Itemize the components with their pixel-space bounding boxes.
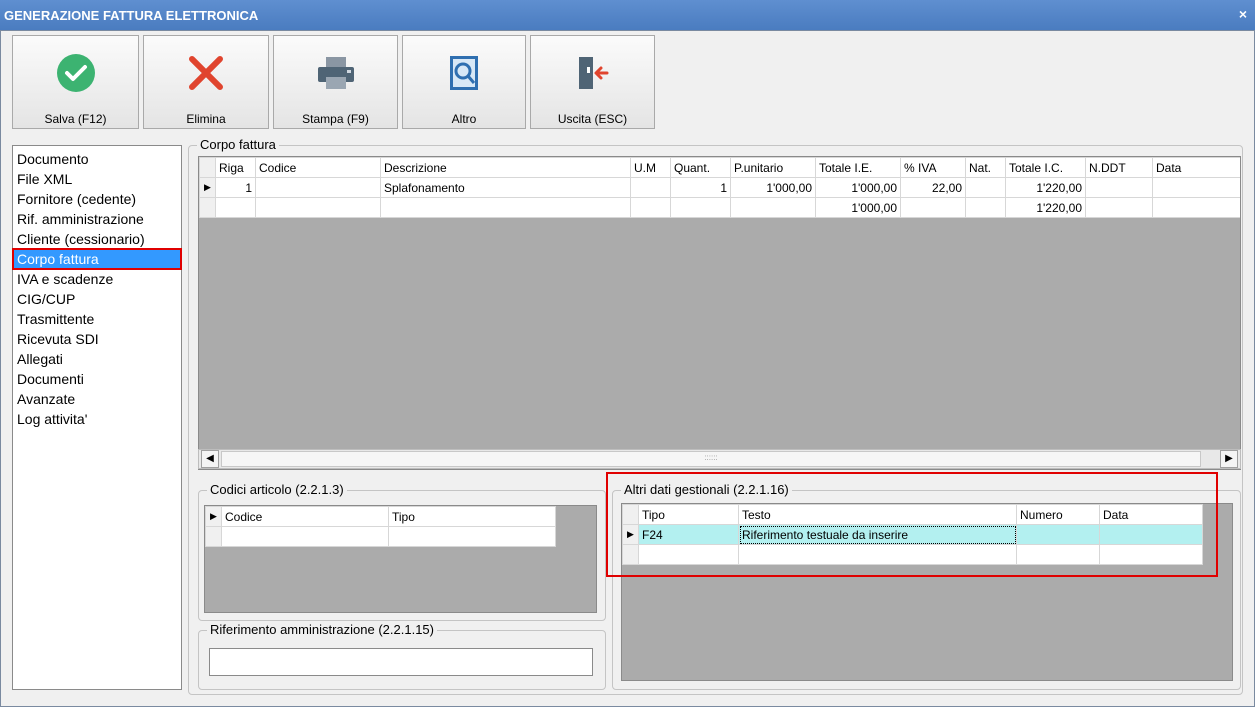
col-nat[interactable]: Nat. [965, 157, 1006, 178]
row-pointer-icon: ▶ [205, 506, 222, 527]
cell-codice[interactable] [255, 177, 381, 198]
title-bar: GENERAZIONE FATTURA ELETTRONICA × [0, 0, 1255, 30]
col-testo[interactable]: Testo [738, 504, 1017, 525]
total-ie: 1'000,00 [815, 197, 901, 218]
cell-tipo[interactable]: F24 [638, 524, 739, 545]
col-tipo[interactable]: Tipo [638, 504, 739, 525]
nav-item-trasmittente[interactable]: Trasmittente [13, 309, 181, 329]
nav-item-cig-cup[interactable]: CIG/CUP [13, 289, 181, 309]
col-numero[interactable]: Numero [1016, 504, 1100, 525]
exit-label: Uscita (ESC) [557, 112, 628, 126]
nav-item-file-xml[interactable]: File XML [13, 169, 181, 189]
col-um[interactable]: U.M [630, 157, 671, 178]
grid-header-row: Riga Codice Descrizione U.M Quant. P.uni… [199, 157, 1240, 178]
col-nddt[interactable]: N.DDT [1085, 157, 1153, 178]
nav-item-rif-amministrazione[interactable]: Rif. amministrazione [13, 209, 181, 229]
col-data[interactable]: Data [1152, 157, 1240, 178]
col-tipo[interactable]: Tipo [388, 506, 556, 527]
cell-iva[interactable]: 22,00 [900, 177, 966, 198]
cell-um[interactable] [630, 177, 671, 198]
row-pointer-icon: ▶ [622, 524, 639, 545]
col-quant[interactable]: Quant. [670, 157, 731, 178]
totals-row: 1'000,00 1'220,00 [199, 197, 1240, 218]
printer-icon [317, 57, 354, 89]
other-label: Altro [451, 112, 477, 126]
codici-articolo-grid[interactable]: ▶ Codice Tipo [204, 505, 597, 613]
section-nav: Documento File XML Fornitore (cedente) R… [12, 145, 182, 690]
nav-item-avanzate[interactable]: Avanzate [13, 389, 181, 409]
cell-totale-ic[interactable]: 1'220,00 [1005, 177, 1086, 198]
delete-button[interactable]: Elimina [143, 35, 269, 129]
col-totale-ie[interactable]: Totale I.E. [815, 157, 901, 178]
checkmark-icon [56, 54, 95, 92]
other-button[interactable]: Altro [402, 35, 526, 129]
scroll-thumb[interactable]: :::::: [221, 451, 1201, 467]
cell-codice[interactable] [221, 526, 389, 547]
invoice-lines-grid[interactable]: Riga Codice Descrizione U.M Quant. P.uni… [198, 156, 1241, 470]
cell-riga[interactable]: 1 [215, 177, 256, 198]
search-document-icon [450, 56, 478, 90]
nav-item-documenti[interactable]: Documenti [13, 369, 181, 389]
altri-dati-legend: Altri dati gestionali (2.2.1.16) [621, 482, 792, 497]
grid-header-row: ▶ Codice Tipo [205, 506, 556, 527]
cell-tipo[interactable] [388, 526, 556, 547]
save-button[interactable]: Salva (F12) [12, 35, 139, 129]
col-totale-ic[interactable]: Totale I.C. [1005, 157, 1086, 178]
nav-item-documento[interactable]: Documento [13, 149, 181, 169]
table-row[interactable]: ▶ F24 Riferimento testuale da inserire [622, 524, 1203, 545]
table-row[interactable]: ▶ 1 Splafonamento 1 1'000,00 1'000,00 22… [199, 177, 1240, 198]
total-ic: 1'220,00 [1005, 197, 1086, 218]
row-pointer-icon: ▶ [199, 177, 216, 198]
scroll-left-icon[interactable]: ◀ [201, 450, 219, 468]
corpo-fattura-legend: Corpo fattura [197, 137, 279, 152]
nav-item-allegati[interactable]: Allegati [13, 349, 181, 369]
nav-item-log-attivita[interactable]: Log attivita' [13, 409, 181, 429]
save-label: Salva (F12) [44, 112, 107, 126]
delete-label: Elimina [186, 112, 226, 126]
window-title: GENERAZIONE FATTURA ELETTRONICA [4, 8, 259, 23]
print-label: Stampa (F9) [302, 112, 369, 126]
col-riga[interactable]: Riga [215, 157, 256, 178]
table-row[interactable] [622, 544, 1203, 565]
nav-item-cliente[interactable]: Cliente (cessionario) [13, 229, 181, 249]
cell-quant[interactable]: 1 [670, 177, 731, 198]
cell-testo[interactable]: Riferimento testuale da inserire [738, 524, 1017, 545]
col-codice[interactable]: Codice [255, 157, 381, 178]
cell-nat[interactable] [965, 177, 1006, 198]
cell-data[interactable] [1099, 524, 1203, 545]
exit-door-icon [578, 57, 608, 89]
nav-item-iva-scadenze[interactable]: IVA e scadenze [13, 269, 181, 289]
col-iva[interactable]: % IVA [900, 157, 966, 178]
nav-item-corpo-fattura[interactable]: Corpo fattura [12, 248, 182, 270]
rif-amministrazione-legend: Riferimento amministrazione (2.2.1.15) [207, 622, 437, 637]
cell-totale-ie[interactable]: 1'000,00 [815, 177, 901, 198]
close-icon[interactable]: × [1239, 6, 1247, 22]
cell-numero[interactable] [1016, 524, 1100, 545]
table-row[interactable] [205, 526, 556, 547]
nav-item-ricevuta-sdi[interactable]: Ricevuta SDI [13, 329, 181, 349]
scroll-right-icon[interactable]: ▶ [1220, 450, 1238, 468]
col-descrizione[interactable]: Descrizione [380, 157, 631, 178]
col-punitario[interactable]: P.unitario [730, 157, 816, 178]
rif-amministrazione-input[interactable] [209, 648, 593, 676]
horizontal-scrollbar[interactable]: ◀ :::::: ▶ [198, 449, 1241, 469]
codici-articolo-legend: Codici articolo (2.2.1.3) [207, 482, 347, 497]
cell-nddt[interactable] [1085, 177, 1153, 198]
row-indicator-header [199, 157, 216, 178]
col-data[interactable]: Data [1099, 504, 1203, 525]
cell-punitario[interactable]: 1'000,00 [730, 177, 816, 198]
delete-x-icon [189, 56, 223, 90]
grid-header-row: Tipo Testo Numero Data [622, 504, 1203, 525]
altri-dati-grid[interactable]: Tipo Testo Numero Data ▶ F24 Riferimento… [621, 503, 1233, 681]
nav-item-fornitore[interactable]: Fornitore (cedente) [13, 189, 181, 209]
cell-data[interactable] [1152, 177, 1240, 198]
col-codice[interactable]: Codice [221, 506, 389, 527]
print-button[interactable]: Stampa (F9) [273, 35, 398, 129]
cell-descrizione[interactable]: Splafonamento [380, 177, 631, 198]
exit-button[interactable]: Uscita (ESC) [530, 35, 655, 129]
